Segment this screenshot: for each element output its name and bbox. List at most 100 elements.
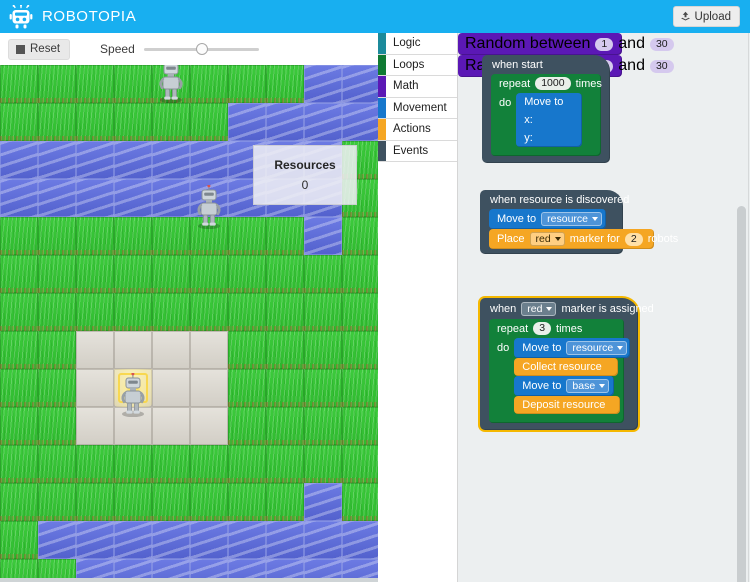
map-tile[interactable]: [190, 331, 228, 369]
map-tile[interactable]: [38, 217, 76, 255]
map-tile[interactable]: [76, 217, 114, 255]
speed-slider[interactable]: [143, 42, 259, 56]
move-to-resource-block-2[interactable]: Move to resource: [514, 338, 631, 358]
map-tile[interactable]: [190, 483, 228, 521]
place-marker-block[interactable]: Place red marker for 2 robots: [489, 229, 678, 249]
map-tile[interactable]: [342, 445, 378, 483]
map-tile[interactable]: [0, 407, 38, 445]
map-tile[interactable]: [304, 217, 342, 255]
map-tile[interactable]: [190, 255, 228, 293]
palette-category-events[interactable]: Events: [378, 140, 457, 162]
move-to-base-block[interactable]: Move to base: [514, 376, 615, 396]
move-to-resource-block[interactable]: Move to resource: [489, 209, 606, 229]
map-tile[interactable]: [228, 521, 266, 559]
when-marker-assigned-script[interactable]: when red marker is assigned repeat 3 tim…: [480, 298, 654, 430]
map-tile[interactable]: [152, 521, 190, 559]
map-tile[interactable]: [228, 445, 266, 483]
map-tile[interactable]: [38, 179, 76, 217]
map-tile[interactable]: [304, 65, 342, 103]
map-tile[interactable]: [152, 217, 190, 255]
deposit-resource-block[interactable]: Deposit resource: [514, 396, 621, 414]
map-tile[interactable]: [190, 369, 228, 407]
map-tile[interactable]: [76, 255, 114, 293]
map-tile[interactable]: [190, 445, 228, 483]
map-tile[interactable]: [114, 141, 152, 179]
random-between-x-block[interactable]: Random between 1 and 30: [458, 33, 674, 55]
palette-category-math[interactable]: Math: [378, 76, 457, 98]
map-tile[interactable]: [114, 179, 152, 217]
map-tile[interactable]: [342, 255, 378, 293]
map-tile[interactable]: [342, 65, 378, 103]
map-tile[interactable]: [38, 141, 76, 179]
map-tile[interactable]: [304, 255, 342, 293]
map-tile[interactable]: [190, 217, 228, 255]
map-tile[interactable]: [266, 445, 304, 483]
map-tile[interactable]: [190, 103, 228, 141]
map-tile[interactable]: [266, 217, 304, 255]
map-tile[interactable]: [0, 521, 38, 559]
map-tile[interactable]: [76, 65, 114, 103]
map-tile[interactable]: [38, 521, 76, 559]
map-tile[interactable]: [342, 103, 378, 141]
map-tile[interactable]: [152, 141, 190, 179]
map-tile[interactable]: [114, 65, 152, 103]
map-tile[interactable]: [38, 407, 76, 445]
repeat-block-start[interactable]: repeat 1000 times do Move to x: y:: [491, 74, 602, 156]
map-tile[interactable]: [266, 331, 304, 369]
map-tile[interactable]: [76, 445, 114, 483]
map-tile[interactable]: [114, 483, 152, 521]
repeat-count-field[interactable]: 1000: [535, 77, 571, 90]
map-tile[interactable]: [76, 331, 114, 369]
map-tile[interactable]: [114, 445, 152, 483]
map-tile[interactable]: [38, 65, 76, 103]
map-tile[interactable]: [266, 483, 304, 521]
map-tile[interactable]: [38, 255, 76, 293]
map-tile[interactable]: [76, 293, 114, 331]
map-tile[interactable]: [152, 255, 190, 293]
map-tile[interactable]: [76, 483, 114, 521]
map-tile[interactable]: [266, 407, 304, 445]
map-tile[interactable]: [266, 369, 304, 407]
map-tile[interactable]: [0, 103, 38, 141]
map-tile[interactable]: [304, 483, 342, 521]
move-target-dropdown-2[interactable]: resource: [566, 341, 628, 355]
map-tile[interactable]: [266, 521, 304, 559]
upload-button[interactable]: Upload: [672, 6, 740, 27]
map-tile[interactable]: [76, 407, 114, 445]
map-tile[interactable]: [38, 369, 76, 407]
map-tile[interactable]: [228, 217, 266, 255]
hat-marker-color-dropdown[interactable]: red: [521, 302, 557, 316]
map-tile[interactable]: [0, 65, 38, 103]
map-tile[interactable]: [342, 217, 378, 255]
map-tile[interactable]: [76, 521, 114, 559]
map-tile[interactable]: [228, 331, 266, 369]
map-tile[interactable]: [228, 65, 266, 103]
map-tile[interactable]: [152, 445, 190, 483]
when-start-script[interactable]: when start repeat 1000 times do Move to …: [482, 55, 610, 163]
map-tile[interactable]: [190, 65, 228, 103]
move-base-dropdown[interactable]: base: [566, 379, 610, 393]
collect-resource-block[interactable]: Collect resource: [514, 358, 619, 376]
map-tile[interactable]: [114, 293, 152, 331]
map-tile[interactable]: [190, 141, 228, 179]
repeat-block-marker[interactable]: repeat 3 times do Move to resource Colle…: [489, 319, 631, 423]
map-tile[interactable]: [342, 331, 378, 369]
map-tile[interactable]: [304, 103, 342, 141]
map-tile[interactable]: [76, 103, 114, 141]
map-tile[interactable]: [266, 103, 304, 141]
map-tile[interactable]: [38, 293, 76, 331]
map-tile[interactable]: [0, 179, 38, 217]
robot-count-field[interactable]: 2: [624, 232, 643, 246]
map-tile[interactable]: [38, 445, 76, 483]
map-tile[interactable]: [304, 445, 342, 483]
map-tile[interactable]: [152, 483, 190, 521]
map-viewport[interactable]: ★ Resources 0: [0, 65, 378, 582]
map-tile[interactable]: [266, 293, 304, 331]
map-tile[interactable]: [114, 407, 152, 445]
map-tile[interactable]: [152, 293, 190, 331]
map-tile[interactable]: [266, 65, 304, 103]
move-target-dropdown[interactable]: resource: [541, 212, 602, 226]
map-tile[interactable]: [342, 293, 378, 331]
map-tile[interactable]: [342, 521, 378, 559]
map-tile[interactable]: [0, 217, 38, 255]
